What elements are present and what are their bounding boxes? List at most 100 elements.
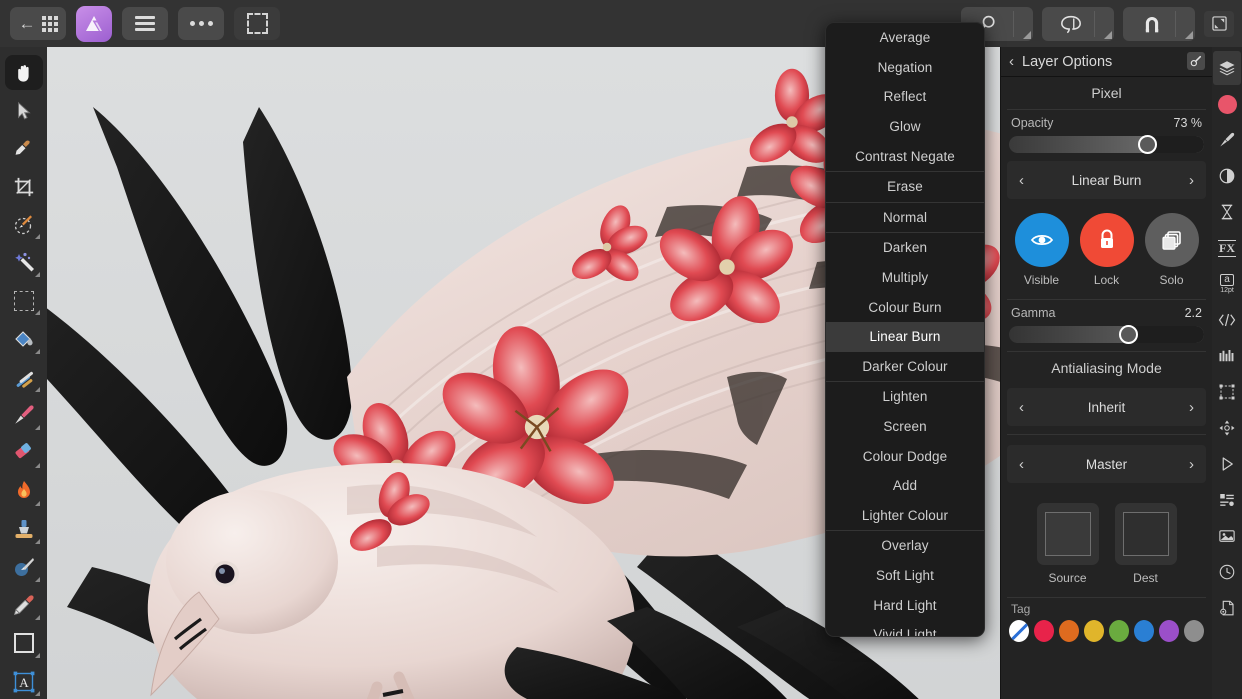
opacity-slider[interactable] <box>1009 135 1204 154</box>
rectangle-tool[interactable] <box>5 626 43 661</box>
history-panel[interactable] <box>1213 195 1241 229</box>
blend-mode-item[interactable]: Screen <box>826 412 984 442</box>
blend-mode-item[interactable]: Colour Dodge <box>826 441 984 471</box>
tag-colour-swatch[interactable] <box>1009 620 1029 642</box>
character-panel[interactable]: a 12pt <box>1213 267 1241 301</box>
tag-colour-swatch[interactable] <box>1059 620 1079 642</box>
view-pan-tool[interactable] <box>4 55 43 91</box>
gamma-slider[interactable] <box>1009 325 1204 344</box>
paint-bucket-tool[interactable] <box>5 321 43 356</box>
chevron-right-icon[interactable]: › <box>1189 399 1194 416</box>
fullscreen-toggle-button[interactable] <box>1204 10 1234 37</box>
selection-options-button[interactable] <box>234 7 280 40</box>
tag-colour-swatch[interactable] <box>1184 620 1204 642</box>
blend-mode-item[interactable]: Contrast Negate <box>826 141 984 171</box>
paint-brush-tool[interactable] <box>5 398 43 433</box>
chevron-left-icon[interactable]: ‹ <box>1019 399 1024 416</box>
blend-mode-item[interactable]: Erase <box>826 172 984 202</box>
pen-tool[interactable] <box>5 588 43 623</box>
move-tool[interactable] <box>5 93 43 128</box>
colour-picker-tool[interactable] <box>5 131 43 166</box>
effects-panel[interactable]: FX <box>1213 231 1241 265</box>
blend-mode-item[interactable]: Soft Light <box>826 561 984 591</box>
source-thumbnail-group[interactable]: Source <box>1036 503 1099 585</box>
crop-tool[interactable] <box>5 169 43 204</box>
channels-panel[interactable] <box>1213 339 1241 373</box>
selection-brush-tool[interactable] <box>5 207 43 242</box>
blend-mode-item[interactable]: Multiply <box>826 263 984 293</box>
blend-mode-item[interactable]: Reflect <box>826 82 984 112</box>
chevron-left-icon[interactable]: ‹ <box>1019 456 1024 473</box>
blend-mode-item[interactable]: Colour Burn <box>826 292 984 322</box>
tag-colour-row[interactable] <box>1001 618 1212 644</box>
pin-icon[interactable] <box>1187 52 1205 70</box>
blend-mode-item[interactable]: Vivid Light <box>826 620 984 636</box>
more-options-button[interactable] <box>178 7 224 40</box>
affinity-logo-button[interactable] <box>76 5 112 42</box>
export-persona-panel[interactable] <box>1213 447 1241 481</box>
blend-mode-item[interactable]: Lighten <box>826 382 984 412</box>
document-settings-panel[interactable] <box>1213 591 1241 625</box>
dodge-burn-tool[interactable] <box>5 474 43 509</box>
snapping-tool-button[interactable] <box>1123 6 1195 41</box>
blend-mode-item[interactable]: Overlay <box>826 531 984 561</box>
adjustment-panel[interactable] <box>1213 159 1241 193</box>
blend-mode-item[interactable]: Normal <box>826 203 984 233</box>
artistic-text-tool[interactable]: A <box>5 664 43 699</box>
blend-mode-dropdown[interactable]: Average Negation Reflect Glow Contrast Negat… <box>825 22 985 637</box>
main-menu-button[interactable] <box>122 7 168 40</box>
affinity-photo-window: ← A Average Negation Reflect Glow Contra… <box>0 0 1242 699</box>
chevron-right-icon[interactable]: › <box>1189 456 1194 473</box>
back-to-documents-button[interactable]: ← <box>10 7 66 40</box>
antialiasing-stepper[interactable]: ‹ Inherit › <box>1007 388 1206 426</box>
source-label: Source <box>1048 571 1087 585</box>
macro-panel[interactable] <box>1213 303 1241 337</box>
clone-brush-tool[interactable] <box>5 512 43 547</box>
solo-toggle-circle[interactable] <box>1144 213 1199 267</box>
blend-mode-stepper[interactable]: ‹ Linear Burn › <box>1007 161 1206 199</box>
flood-select-tool[interactable] <box>5 245 43 280</box>
history-clock-panel[interactable] <box>1213 555 1241 589</box>
dest-thumbnail[interactable] <box>1114 503 1177 565</box>
blend-mode-item[interactable]: Average <box>826 23 984 53</box>
colour-panel[interactable] <box>1213 87 1241 121</box>
chevron-left-icon[interactable]: ‹ <box>1009 54 1014 69</box>
blend-mode-item[interactable]: Darker Colour <box>826 352 984 382</box>
tag-colour-swatch[interactable] <box>1159 620 1179 642</box>
info-panel[interactable] <box>1213 483 1241 517</box>
tag-colour-swatch[interactable] <box>1109 620 1129 642</box>
tag-colour-swatch[interactable] <box>1134 620 1154 642</box>
chevron-left-icon[interactable]: ‹ <box>1019 172 1024 189</box>
tag-colour-swatch[interactable] <box>1034 620 1054 642</box>
blend-mode-item[interactable]: Lighter Colour <box>826 501 984 531</box>
source-thumbnail[interactable] <box>1036 503 1099 565</box>
navigator-panel[interactable] <box>1213 411 1241 445</box>
blend-mode-item[interactable]: Darken <box>826 233 984 263</box>
stock-panel[interactable] <box>1213 519 1241 553</box>
transform-panel[interactable] <box>1213 375 1241 409</box>
blend-mode-item[interactable]: Linear Burn <box>826 321 984 352</box>
blend-mode-list[interactable]: Average Negation Reflect Glow Contrast Negat… <box>826 23 984 636</box>
gamma-slider-handle[interactable] <box>1118 325 1138 344</box>
blend-mode-item[interactable]: Glow <box>826 112 984 142</box>
visible-toggle-circle[interactable] <box>1014 213 1069 267</box>
selection-brush-tool-button[interactable] <box>1042 6 1114 41</box>
marquee-tool[interactable] <box>5 283 43 318</box>
blend-mode-item[interactable]: Negation <box>826 53 984 83</box>
visible-toggle[interactable]: Visible <box>1014 213 1069 287</box>
layers-panel[interactable] <box>1213 51 1241 85</box>
smudge-brush-tool[interactable] <box>5 550 43 585</box>
lock-toggle-circle[interactable] <box>1079 213 1134 267</box>
solo-toggle[interactable]: Solo <box>1144 213 1199 287</box>
dest-thumbnail-group[interactable]: Dest <box>1114 503 1177 585</box>
brushes-panel[interactable] <box>1213 123 1241 157</box>
lock-toggle[interactable]: Lock <box>1079 213 1134 287</box>
channel-stepper[interactable]: ‹ Master › <box>1007 445 1206 483</box>
blend-mode-item[interactable]: Add <box>826 471 984 501</box>
chevron-right-icon[interactable]: › <box>1189 172 1194 189</box>
tag-colour-swatch[interactable] <box>1084 620 1104 642</box>
opacity-row: Opacity 73 % <box>1001 110 1212 132</box>
erase-brush-tool[interactable] <box>5 436 43 471</box>
blend-mode-item[interactable]: Hard Light <box>826 590 984 620</box>
paint-mixer-tool[interactable] <box>5 360 43 395</box>
